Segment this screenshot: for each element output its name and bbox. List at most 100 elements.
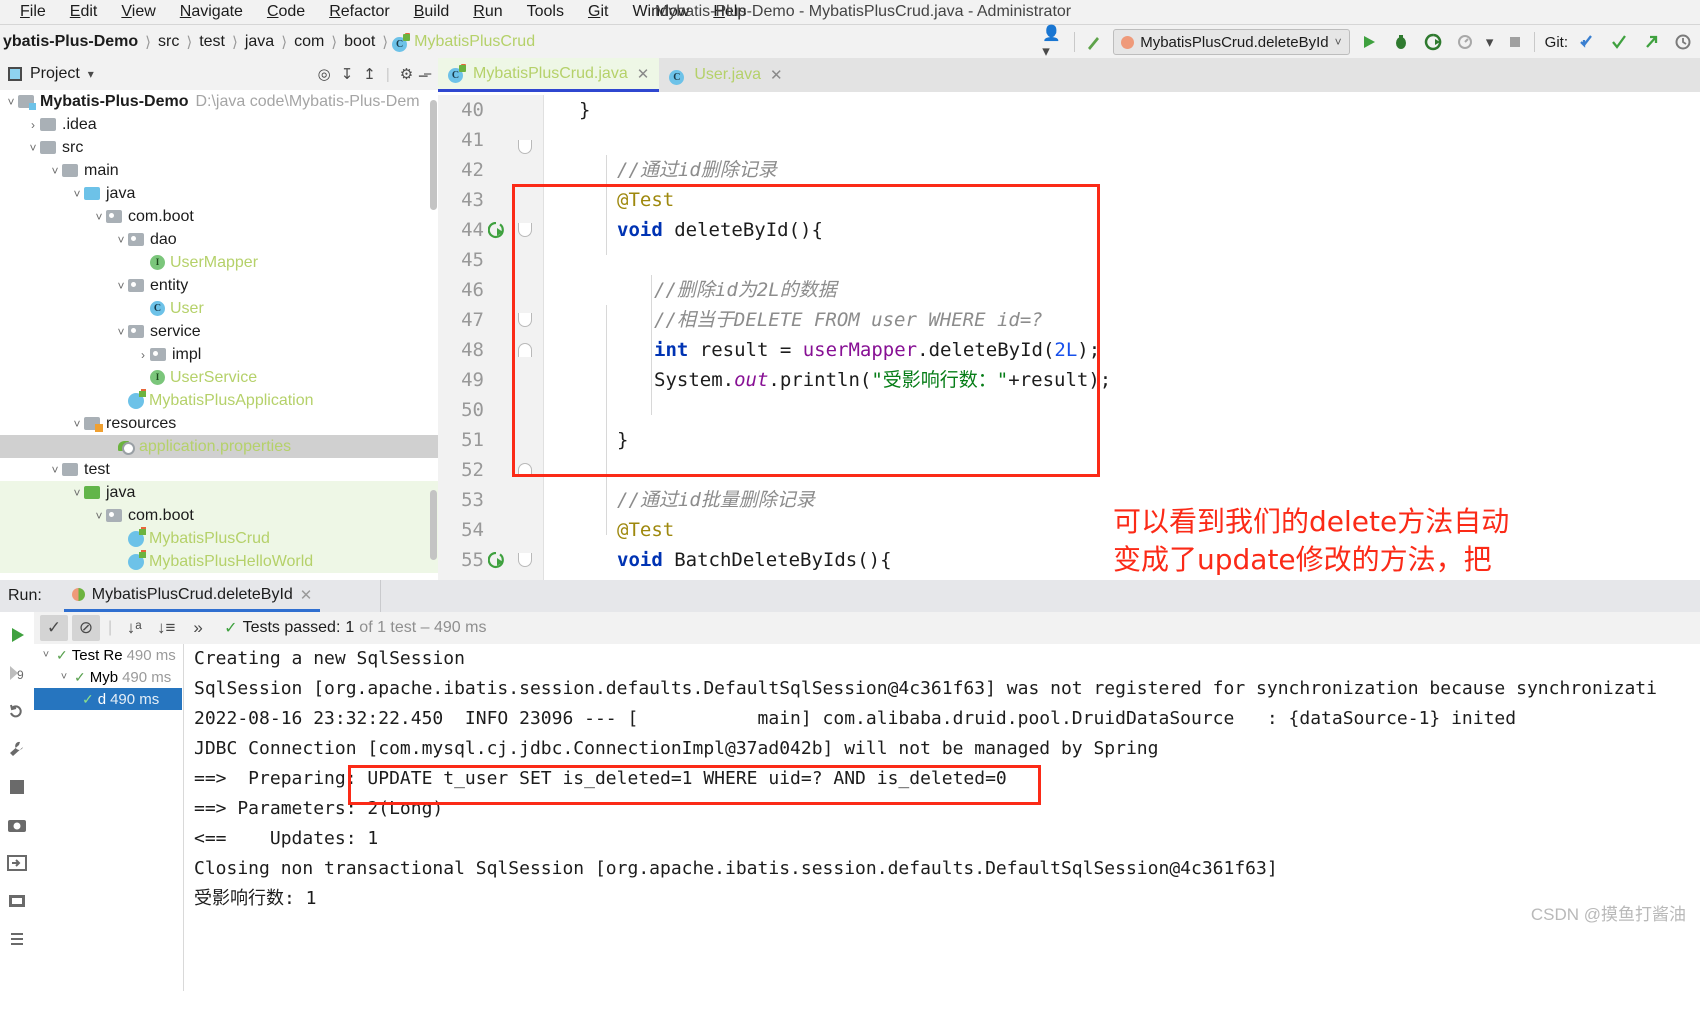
tree-row[interactable]: › impl: [0, 343, 438, 366]
close-icon[interactable]: ✕: [300, 586, 313, 604]
sort-alphabetically-icon[interactable]: ↓ᵃ: [120, 615, 148, 641]
menu-item-build[interactable]: Build: [402, 0, 462, 24]
tree-row[interactable]: ˅ com.boot: [0, 504, 438, 527]
tree-row[interactable]: ˅ resources: [0, 412, 438, 435]
sort-by-duration-icon[interactable]: ↓≡: [152, 615, 180, 641]
menu-item-refactor[interactable]: Refactor: [317, 0, 401, 24]
camera-icon[interactable]: [6, 814, 28, 836]
push-icon[interactable]: [1638, 29, 1664, 55]
show-ignored-icon[interactable]: ⊘: [72, 615, 100, 641]
tree-row[interactable]: MybatisPlusCrud: [0, 526, 438, 550]
run-configuration-selector[interactable]: MybatisPlusCrud.deleteById ˅: [1113, 29, 1350, 55]
breadcrumb-item-class[interactable]: MybatisPlusCrud: [411, 33, 538, 51]
test-tree-row[interactable]: ˅ ✓ Test Re 490 ms: [34, 644, 182, 666]
expand-all-icon[interactable]: ↥: [363, 65, 376, 83]
chevron-down-icon[interactable]: ˅: [48, 164, 62, 178]
breadcrumb-item-com[interactable]: com: [291, 33, 327, 51]
restart-icon[interactable]: [6, 700, 28, 722]
breadcrumb-item-project[interactable]: ybatis-Plus-Demo: [0, 33, 141, 51]
menu-item-navigate[interactable]: Navigate: [168, 0, 255, 24]
collapse-all-icon[interactable]: ↧: [341, 65, 354, 83]
expand-icon[interactable]: [6, 928, 28, 950]
chevron-down-icon[interactable]: ˅: [114, 233, 128, 247]
history-icon[interactable]: [1670, 29, 1696, 55]
editor-tab-user[interactable]: C User.java ✕: [659, 58, 792, 92]
menu-item-code[interactable]: Code: [255, 0, 317, 24]
user-icon[interactable]: 👤▾: [1042, 25, 1068, 60]
editor-tab-mybatispluscrud[interactable]: C MybatisPlusCrud.java ✕: [438, 58, 660, 92]
more-options-icon[interactable]: »: [184, 615, 212, 641]
profile-button[interactable]: [1452, 29, 1478, 55]
tree-row-selected[interactable]: application.properties: [0, 435, 438, 458]
update-project-icon[interactable]: [1574, 29, 1600, 55]
tree-row[interactable]: ˅ src: [0, 136, 438, 159]
project-scrollbar-thumb[interactable]: [430, 490, 437, 560]
export-icon[interactable]: [6, 852, 28, 874]
tree-row[interactable]: ˅ java: [0, 481, 438, 504]
menu-item-run[interactable]: Run: [461, 0, 514, 24]
chevron-down-icon[interactable]: ˅: [58, 671, 70, 683]
debug-button[interactable]: [1388, 29, 1414, 55]
stop-button[interactable]: [1502, 29, 1528, 55]
minimize-icon[interactable]: −: [418, 66, 429, 87]
gear-icon[interactable]: ⚙: [400, 65, 413, 83]
run-tab[interactable]: MybatisPlusCrud.deleteById ✕: [63, 580, 321, 612]
chevron-down-icon[interactable]: ˅: [26, 141, 40, 155]
tree-row[interactable]: MybatisPlusApplication: [0, 388, 438, 412]
breadcrumb-item-java[interactable]: java: [242, 33, 277, 51]
commit-icon[interactable]: [1606, 29, 1632, 55]
tree-row[interactable]: I UserService: [0, 366, 438, 389]
run-test-gutter-icon[interactable]: [487, 551, 505, 569]
project-tree[interactable]: ˅ Mybatis-Plus-Demo D:\java code\Mybatis…: [0, 90, 438, 580]
tree-row[interactable]: ˅ com.boot: [0, 205, 438, 228]
chevron-down-icon[interactable]: ˅: [4, 95, 18, 109]
run-test-gutter-icon[interactable]: [487, 221, 505, 239]
chevron-right-icon[interactable]: ›: [26, 118, 40, 132]
wrench-icon[interactable]: [6, 738, 28, 760]
show-passed-icon[interactable]: ✓: [40, 615, 68, 641]
tree-row[interactable]: C User: [0, 297, 438, 320]
chevron-down-icon[interactable]: ˅: [70, 417, 84, 431]
project-scrollbar[interactable]: [430, 100, 437, 210]
print-icon[interactable]: [6, 890, 28, 912]
tree-row[interactable]: I UserMapper: [0, 251, 438, 274]
fold-marker-icon[interactable]: [518, 553, 532, 567]
stop-icon[interactable]: [6, 776, 28, 798]
chevron-down-icon[interactable]: ▾: [1484, 29, 1496, 55]
breadcrumb-item-boot[interactable]: boot: [341, 33, 378, 51]
chevron-down-icon[interactable]: ˅: [114, 279, 128, 293]
test-tree-row[interactable]: ˅ ✓ Myb 490 ms: [34, 666, 182, 688]
chevron-down-icon[interactable]: ˅: [92, 509, 106, 523]
chevron-down-icon[interactable]: ˅: [70, 486, 84, 500]
chevron-down-icon[interactable]: ˅: [48, 463, 62, 477]
chevron-down-icon[interactable]: ˅: [92, 210, 106, 224]
chevron-down-icon[interactable]: ▾: [88, 67, 94, 81]
tree-row[interactable]: ˅ dao: [0, 228, 438, 251]
tree-row[interactable]: ˅ entity: [0, 274, 438, 297]
chevron-down-icon[interactable]: ˅: [40, 649, 52, 661]
menu-item-file[interactable]: File: [8, 0, 58, 24]
fold-marker-icon[interactable]: [518, 140, 532, 154]
chevron-down-icon[interactable]: ˅: [70, 187, 84, 201]
tree-row[interactable]: MybatisPlusHelloWorld: [0, 549, 438, 573]
hammer-icon[interactable]: [1081, 29, 1107, 55]
menu-item-edit[interactable]: Edit: [58, 0, 110, 24]
breadcrumb-item-src[interactable]: src: [155, 33, 182, 51]
tree-row[interactable]: ˅ service: [0, 320, 438, 343]
menu-item-tools[interactable]: Tools: [515, 0, 576, 24]
tree-row[interactable]: ˅ Mybatis-Plus-Demo D:\java code\Mybatis…: [0, 90, 438, 113]
rerun-failed-tests-icon[interactable]: 9: [6, 662, 28, 684]
run-with-coverage-button[interactable]: [1420, 29, 1446, 55]
chevron-down-icon[interactable]: ˅: [114, 325, 128, 339]
close-icon[interactable]: ✕: [770, 66, 783, 84]
rerun-icon[interactable]: [6, 624, 28, 646]
tree-row[interactable]: ˅ java: [0, 182, 438, 205]
tree-row[interactable]: ˅ main: [0, 159, 438, 182]
test-results-tree[interactable]: ˅ ✓ Test Re 490 ms ˅ ✓ Myb 490 ms ✓ d 49…: [34, 644, 182, 1011]
breadcrumb-item-test[interactable]: test: [196, 33, 228, 51]
test-tree-row-selected[interactable]: ✓ d 490 ms: [34, 688, 182, 710]
run-button[interactable]: [1356, 29, 1382, 55]
console-output[interactable]: Creating a new SqlSession SqlSession [or…: [183, 644, 1700, 991]
close-icon[interactable]: ✕: [637, 65, 650, 83]
chevron-right-icon[interactable]: ›: [136, 348, 150, 362]
